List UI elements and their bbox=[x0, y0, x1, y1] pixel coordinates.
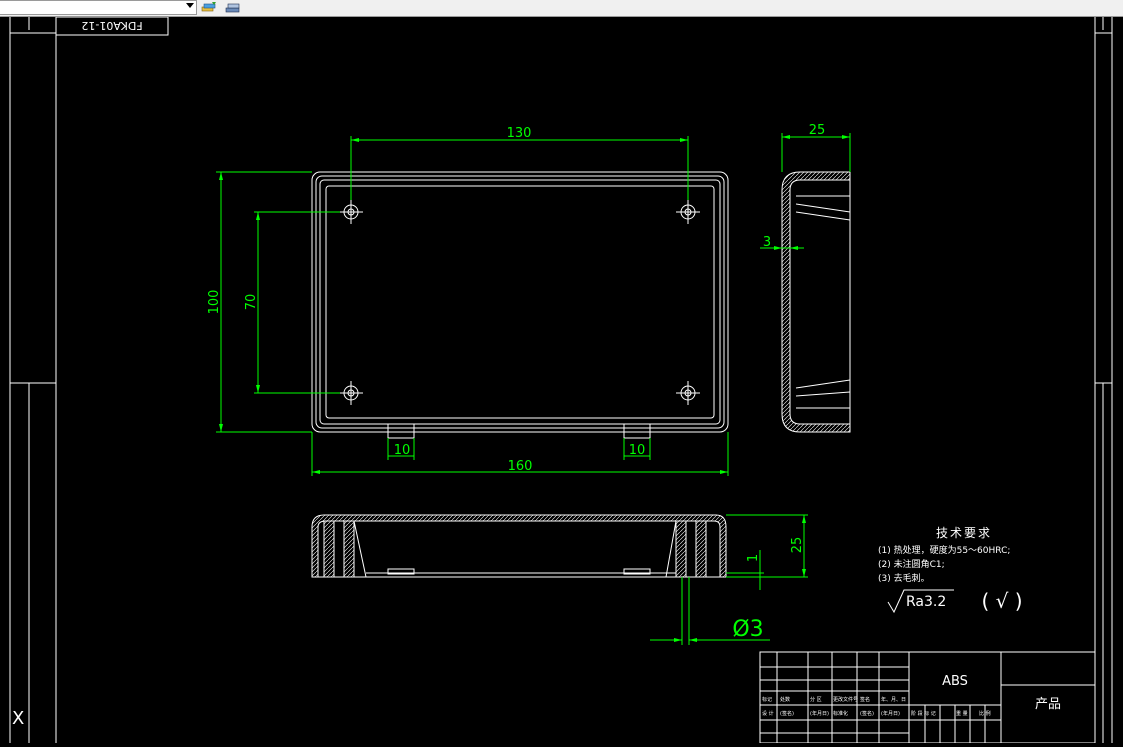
tb-row2-1: 设 计 bbox=[762, 710, 774, 717]
tb-row2-2: (签名) bbox=[780, 710, 794, 717]
top-view-dimensions bbox=[216, 136, 729, 476]
dim-step-1: 1 bbox=[746, 554, 761, 562]
tb-stage-1: 阶 段 标 记 bbox=[911, 710, 936, 717]
dim-width-130: 130 bbox=[507, 126, 532, 141]
screw-boss bbox=[339, 200, 363, 224]
product-label: 产品 bbox=[1035, 697, 1061, 712]
tb-row2-6: (年月日) bbox=[881, 710, 900, 717]
top-view bbox=[311, 171, 729, 439]
tb-stage-3: 比 例 bbox=[979, 710, 991, 717]
ucs-x-axis-icon: X bbox=[12, 708, 24, 729]
side-view-dimensions bbox=[760, 133, 851, 249]
tb-header-5: 签名 bbox=[860, 696, 870, 703]
tech-req-item-2: (2) 未注圆角C1; bbox=[878, 558, 945, 570]
toolbar bbox=[0, 0, 1123, 17]
dim-clip-left-10: 10 bbox=[394, 443, 411, 458]
drawing-number: FDKA01-12 bbox=[81, 19, 142, 32]
roughness-value: Ra3.2 bbox=[906, 594, 946, 610]
dim-height-100: 100 bbox=[207, 290, 222, 315]
layer-properties-icon[interactable] bbox=[224, 0, 242, 14]
tech-req-title: 技术要求 bbox=[936, 526, 992, 540]
tb-header-1: 标记 bbox=[762, 696, 772, 703]
dim-hole-diameter: Ø3 bbox=[732, 617, 763, 642]
dim-wall-3: 3 bbox=[763, 235, 771, 250]
tb-header-2: 处数 bbox=[780, 696, 790, 703]
drawing-frame bbox=[9, 16, 1113, 743]
screw-boss bbox=[676, 200, 700, 224]
chevron-down-icon[interactable] bbox=[186, 3, 194, 8]
title-block-headers: 标记 处数 分 区 更改文件号 签名 年、月、日 设 计 (签名) (年月日) … bbox=[762, 696, 991, 717]
dim-spacing-70: 70 bbox=[244, 294, 259, 311]
drawing-canvas[interactable]: FDKA01-12 130 100 70 160 10 10 25 3 25 1… bbox=[0, 16, 1123, 744]
dim-clip-right-10: 10 bbox=[629, 443, 646, 458]
tb-header-6: 年、月、日 bbox=[881, 696, 906, 703]
tb-stage-2: 重 量 bbox=[956, 710, 968, 717]
roughness-other: ( √ ) bbox=[981, 589, 1022, 613]
tech-req-item-1: (1) 热处理，硬度为55～60HRC; bbox=[878, 544, 1010, 556]
layer-states-icon[interactable] bbox=[200, 0, 218, 14]
section-view bbox=[311, 514, 727, 578]
tb-header-3: 分 区 bbox=[810, 696, 822, 703]
tb-row2-5: (签名) bbox=[860, 710, 874, 717]
dim-length-160: 160 bbox=[508, 459, 533, 474]
screw-boss bbox=[676, 381, 700, 405]
tb-header-4: 更改文件号 bbox=[833, 696, 858, 703]
dim-section-height-25: 25 bbox=[790, 537, 805, 554]
dim-side-depth-25: 25 bbox=[809, 123, 826, 138]
tb-row2-3: (年月日) bbox=[810, 710, 829, 717]
screw-boss-group bbox=[339, 200, 700, 405]
screw-boss bbox=[339, 381, 363, 405]
material-label: ABS bbox=[942, 674, 968, 689]
tech-req-item-3: (3) 去毛刺。 bbox=[878, 572, 930, 584]
tb-row2-4: 标准化 bbox=[833, 710, 848, 717]
layer-dropdown[interactable] bbox=[0, 0, 197, 15]
side-view bbox=[781, 171, 851, 433]
